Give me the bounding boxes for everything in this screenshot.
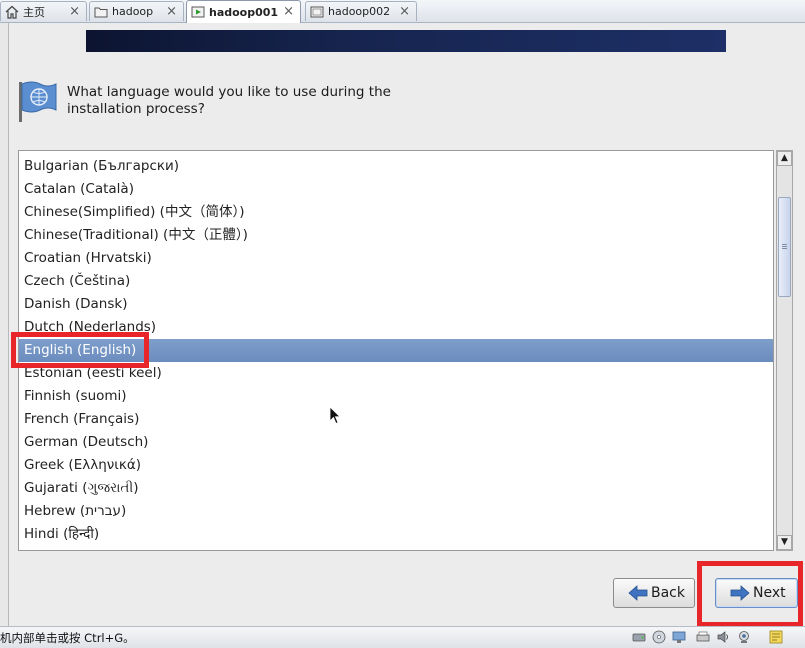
webcam-icon[interactable]: [737, 630, 751, 644]
back-label: Back: [651, 585, 685, 601]
language-question: What language would you like to use duri…: [67, 84, 391, 117]
tab-hadoop[interactable]: hadoop ×: [89, 1, 184, 21]
language-option[interactable]: Hindi (हिन्दी): [19, 523, 773, 546]
language-option[interactable]: Estonian (eesti keel): [19, 362, 773, 385]
mouse-pointer-icon: [329, 406, 341, 425]
language-option[interactable]: Croatian (Hrvatski): [19, 247, 773, 270]
tab-home[interactable]: 主页 ×: [0, 1, 87, 21]
vm-icon: [94, 7, 108, 17]
tab-label: hadoop001: [209, 5, 279, 19]
next-label: Next: [753, 585, 786, 601]
language-option[interactable]: Chinese(Simplified) (中文（简体）): [19, 201, 773, 224]
scroll-thumb[interactable]: [778, 197, 791, 297]
language-option[interactable]: Danish (Dansk): [19, 293, 773, 316]
vm-tab-bar: 主页 × hadoop × hadoop001 × hadoop002 ×: [0, 0, 805, 23]
hard-disk-icon[interactable]: [632, 630, 646, 644]
tab-close-button[interactable]: ×: [166, 4, 177, 19]
tab-label: hadoop: [112, 5, 154, 18]
vm-guest-screen[interactable]: What language would you like to use duri…: [8, 23, 805, 626]
language-option[interactable]: Hebrew (עברית): [19, 500, 773, 523]
arrow-right-icon: [730, 585, 750, 601]
sound-icon[interactable]: [716, 630, 730, 644]
scroll-grip: [782, 244, 787, 245]
language-option[interactable]: Finnish (suomi): [19, 385, 773, 408]
language-option[interactable]: French (Français): [19, 408, 773, 431]
printer-icon[interactable]: [696, 630, 710, 644]
vm-running-icon: [191, 6, 205, 18]
status-hint: 机内部单击或按 Ctrl+G。: [0, 631, 135, 645]
installer-header-banner: [86, 30, 726, 52]
language-list[interactable]: Bulgarian (Български) Catalan (Català) Chi…: [18, 150, 774, 551]
language-flag-icon: [19, 81, 57, 122]
scroll-up-button[interactable]: ▲: [777, 151, 792, 166]
language-option[interactable]: Czech (Čeština): [19, 270, 773, 293]
language-option[interactable]: Chinese(Traditional) (中文（正體）): [19, 224, 773, 247]
language-option[interactable]: German (Deutsch): [19, 431, 773, 454]
tab-hadoop002[interactable]: hadoop002 ×: [305, 1, 417, 21]
language-list-scrollbar[interactable]: ▲ ▼: [776, 150, 793, 551]
message-icon[interactable]: [769, 630, 783, 644]
language-option[interactable]: Gujarati (ગુજરાતી): [19, 477, 773, 500]
tab-hadoop001[interactable]: hadoop001 ×: [186, 0, 301, 23]
next-button[interactable]: Next: [715, 578, 798, 608]
tab-label: hadoop002: [328, 5, 391, 18]
back-button[interactable]: Back: [613, 578, 695, 608]
cd-drive-icon[interactable]: [652, 630, 666, 644]
network-adapter-icon[interactable]: [672, 630, 686, 644]
language-option[interactable]: Dutch (Nederlands): [19, 316, 773, 339]
language-option[interactable]: Catalan (Català): [19, 178, 773, 201]
home-icon: [5, 5, 19, 19]
tab-label: 主页: [23, 5, 45, 19]
tab-close-button[interactable]: ×: [69, 4, 80, 19]
language-option-selected[interactable]: English (English): [19, 339, 773, 362]
tab-close-button[interactable]: ×: [399, 4, 410, 19]
language-option[interactable]: Bulgarian (Български): [19, 155, 773, 178]
tab-close-button[interactable]: ×: [283, 4, 294, 19]
vm-icon: [310, 6, 324, 17]
scroll-down-button[interactable]: ▼: [777, 535, 792, 550]
vm-status-bar: 机内部单击或按 Ctrl+G。: [0, 626, 805, 648]
arrow-left-icon: [628, 585, 648, 601]
language-option[interactable]: Greek (Ελληνικά): [19, 454, 773, 477]
